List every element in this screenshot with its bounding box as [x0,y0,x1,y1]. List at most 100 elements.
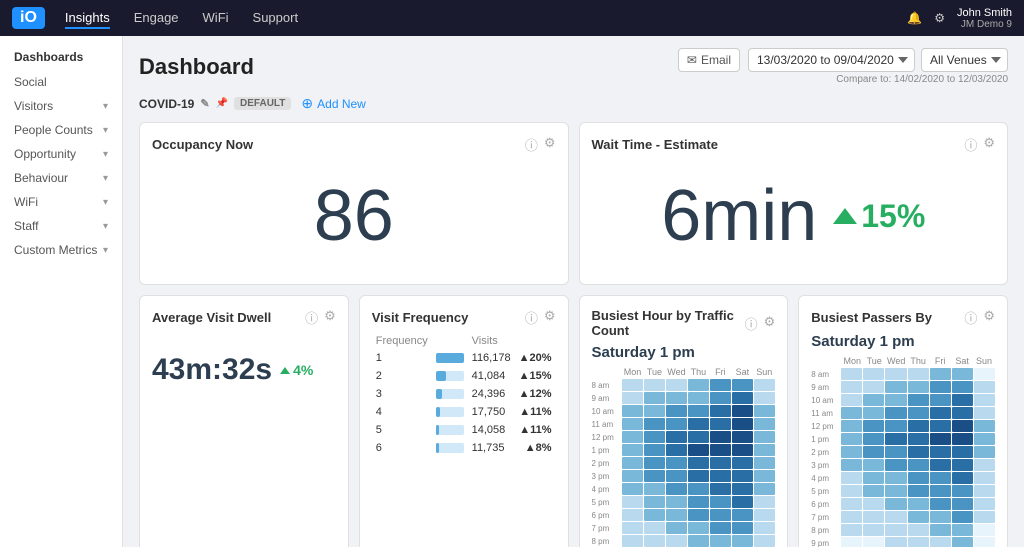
heatmap-cell [841,420,862,432]
heatmap-cell [622,457,643,469]
heatmap-cell [863,511,884,523]
edit-icon[interactable]: ✎ [200,97,209,110]
freq-col-header: Frequency [372,333,432,349]
info-icon[interactable]: ⓘ [745,314,758,333]
heatmap-cells [622,405,776,417]
bar-cell [432,349,468,367]
user-sub: JM Demo 9 [957,19,1012,30]
heatmap-day-label: Thu [687,367,709,377]
heatmap-cell [710,418,731,430]
heatmap-day-label: Tue [863,356,885,366]
heatmap-row: 9 pm [811,537,995,547]
heatmap-cell [710,470,731,482]
gear-icon[interactable]: ⚙ [934,11,945,25]
heatmap-cell [666,509,687,521]
heatmap-cells [841,537,995,547]
heatmap-time-label: 5 pm [811,487,841,496]
heatmap-cell [930,433,951,445]
heatmap-cells [841,420,995,432]
add-new-button[interactable]: ⊕ Add New [301,95,365,112]
heatmap-row: 2 pm [592,457,776,469]
heatmap-cell [885,485,906,497]
nav-support[interactable]: Support [253,8,299,29]
top-nav-right: 🔔 ⚙ John Smith JM Demo 9 [907,7,1012,30]
sidebar-item-staff[interactable]: Staff ▾ [0,214,122,238]
info-icon[interactable]: ⓘ [964,308,977,327]
heatmap-cells [841,472,995,484]
heatmap-cell [908,420,929,432]
settings-icon[interactable]: ⚙ [983,308,995,327]
change-cell: ▲12% [515,385,556,403]
heatmap-cell [930,459,951,471]
user-name: John Smith [957,7,1012,19]
heatmap-cell [754,522,775,534]
nav-items: Insights Engage WiFi Support [65,8,907,29]
heatmap-cell [710,457,731,469]
info-icon[interactable]: ⓘ [525,135,538,154]
busiest-traffic-icons: ⓘ ⚙ [745,314,776,333]
settings-icon[interactable]: ⚙ [544,308,556,327]
sidebar-item-wifi[interactable]: WiFi ▾ [0,190,122,214]
top-widgets-grid: Occupancy Now ⓘ ⚙ 86 Wait Time - Estimat… [139,122,1008,285]
dwell-value: 43m:32s [152,353,272,387]
heatmap-time-label: 11 am [811,409,841,418]
plus-icon: ⊕ [301,95,313,112]
bottom-widgets-grid: Average Visit Dwell ⓘ ⚙ 43m:32s 4% [139,295,1008,547]
heatmap-day-label: Tue [643,367,665,377]
heatmap-cells [622,431,776,443]
occupancy-icons: ⓘ ⚙ [525,135,556,154]
heatmap-cell [952,407,973,419]
info-icon[interactable]: ⓘ [525,308,538,327]
wait-time-widget: Wait Time - Estimate ⓘ ⚙ 6min 15% [579,122,1009,285]
info-icon[interactable]: ⓘ [964,135,977,154]
sidebar-item-opportunity[interactable]: Opportunity ▾ [0,142,122,166]
date-range-select[interactable]: 13/03/2020 to 09/04/2020 [748,48,915,72]
nav-engage[interactable]: Engage [134,8,179,29]
heatmap-time-label: 9 am [592,394,622,403]
table-row: 6 11,735 ▲8% [372,439,556,457]
heatmap-cell [930,446,951,458]
settings-icon[interactable]: ⚙ [544,135,556,154]
heatmap-cell [952,498,973,510]
info-icon[interactable]: ⓘ [305,308,318,327]
heatmap-cell [863,368,884,380]
logo[interactable]: iO [12,7,45,29]
heatmap-time-label: 9 am [811,383,841,392]
heatmap-row: 9 am [592,392,776,404]
sidebar-item-custom-metrics[interactable]: Custom Metrics ▾ [0,238,122,262]
bar-cell [432,385,468,403]
heatmap-cells [841,368,995,380]
settings-icon[interactable]: ⚙ [764,314,776,333]
heatmap-cell [841,394,862,406]
nav-insights[interactable]: Insights [65,8,110,29]
sidebar-item-people-counts[interactable]: People Counts ▾ [0,118,122,142]
sidebar-item-visitors[interactable]: Visitors ▾ [0,94,122,118]
sidebar-item-social[interactable]: Social [0,70,122,94]
table-row: 4 17,750 ▲11% [372,403,556,421]
nav-wifi[interactable]: WiFi [203,8,229,29]
venue-select[interactable]: All Venues [921,48,1008,72]
heatmap-cells [622,418,776,430]
heatmap-cell [974,394,995,406]
heatmap-time-label: 8 am [811,370,841,379]
busiest-passers-subtitle: Saturday 1 pm [811,333,995,350]
settings-icon[interactable]: ⚙ [324,308,336,327]
heatmap-cell [952,459,973,471]
table-row: 3 24,396 ▲12% [372,385,556,403]
avg-dwell-icons: ⓘ ⚙ [305,308,336,327]
change-cell: ▲20% [515,349,556,367]
heatmap-cells [841,524,995,536]
tab-covid19[interactable]: COVID-19 ✎ 📌 DEFAULT [139,97,291,111]
occupancy-widget: Occupancy Now ⓘ ⚙ 86 [139,122,569,285]
heatmap-cells [841,485,995,497]
heatmap-day-label: Sun [973,356,995,366]
chevron-down-icon: ▾ [103,197,108,208]
email-button[interactable]: ✉ Email [678,48,740,72]
bell-icon[interactable]: 🔔 [907,11,922,25]
heatmap-cell [908,368,929,380]
sidebar-item-behaviour[interactable]: Behaviour ▾ [0,166,122,190]
heatmap-cell [908,511,929,523]
settings-icon[interactable]: ⚙ [983,135,995,154]
heatmap-cell [622,470,643,482]
heatmap-cell [930,407,951,419]
